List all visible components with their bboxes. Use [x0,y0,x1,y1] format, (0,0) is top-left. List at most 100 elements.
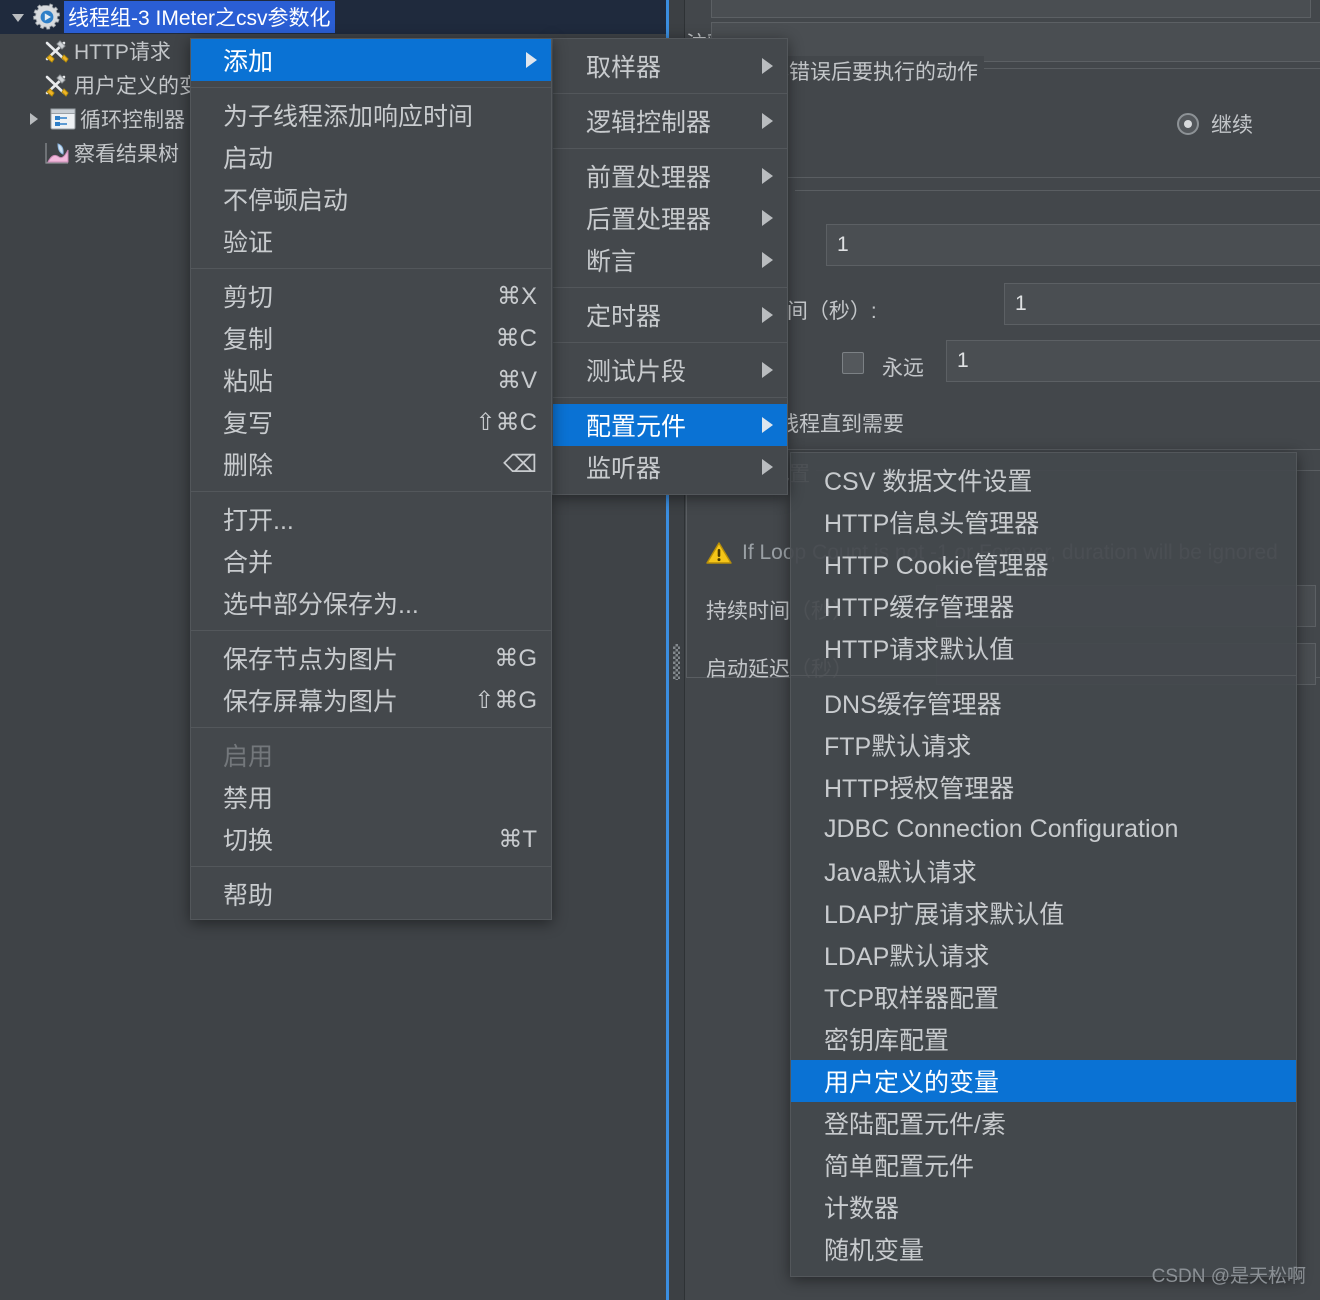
menu-item-java-request-defaults[interactable]: Java默认请求 [791,850,1296,892]
menu-item-pre-processors[interactable]: 前置处理器 [553,155,787,197]
menu-item-copy[interactable]: 复制 ⌘C [191,317,551,359]
menu-item-save-screen-as-image[interactable]: 保存屏幕为图片 ⇧⌘G [191,679,551,721]
chevron-right-icon [762,417,773,433]
menu-item-enable: 启用 [223,743,274,771]
http-request-icon [40,36,74,66]
menu-item-samplers[interactable]: 取样器 [553,45,787,87]
tree-item-label: 循环控制器 [80,109,185,132]
chevron-right-icon [762,58,773,74]
menu-item-save-selection-as[interactable]: 选中部分保存为... [191,582,551,624]
error-action-continue-radio[interactable]: 继续 [1177,109,1253,139]
menu-item-http-cache-manager[interactable]: HTTP缓存管理器 [791,585,1296,627]
chevron-right-icon [762,113,773,129]
menu-item-paste[interactable]: 粘贴 ⌘V [191,359,551,401]
menu-item-user-defined-variables[interactable]: 用户定义的变量 [791,1060,1296,1102]
menu-item-test-fragment[interactable]: 测试片段 [553,349,787,391]
forever-checkbox[interactable] [842,352,864,374]
loop-count-input[interactable]: 1 [946,340,1320,382]
element-name-field[interactable] [711,0,1311,18]
forever-label: 永远 [882,357,924,380]
chevron-right-icon [762,307,773,323]
menu-item-validate[interactable]: 验证 [191,220,551,262]
menu-item-add-think-times[interactable]: 为子线程添加响应时间 [191,94,551,136]
menu-item-logic-controllers[interactable]: 逻辑控制器 [553,100,787,142]
menu-separator [553,397,787,398]
menu-item-csv-data-set[interactable]: CSV 数据文件设置 [791,459,1296,501]
menu-item-listeners[interactable]: 监听器 [553,446,787,488]
menu-item-ldap-extended-request-defaults[interactable]: LDAP扩展请求默认值 [791,892,1296,934]
menu-item-cut[interactable]: 剪切 ⌘X [191,275,551,317]
menu-item-config-elements[interactable]: 配置元件 [553,404,787,446]
menu-separator [553,148,787,149]
shortcut-label: ⇧⌘G [474,686,537,714]
shortcut-label: ⌘C [495,324,537,352]
expand-arrow-right-icon[interactable] [22,110,46,128]
menu-item-remove[interactable]: 删除 ⌫ [191,443,551,485]
menu-item-timers[interactable]: 定时器 [553,294,787,336]
loop-controller-icon [46,104,80,134]
menu-item-start[interactable]: 启动 [191,136,551,178]
menu-item-open[interactable]: 打开... [191,498,551,540]
tree-item-label: 察看结果树 [74,143,179,166]
menu-item-post-processors[interactable]: 后置处理器 [553,197,787,239]
chevron-right-icon [762,252,773,268]
menu-item-simple-config-element[interactable]: 简单配置元件 [791,1144,1296,1186]
menu-item-save-node-as-image[interactable]: 保存节点为图片 ⌘G [191,637,551,679]
tree-context-menu[interactable]: 添加 为子线程添加响应时间 启动 不停顿启动 验证 剪切 ⌘X 复制 ⌘C 粘贴 ⌘V… [190,38,552,920]
menu-separator [191,491,551,492]
rampup-input[interactable]: 1 [1004,283,1320,325]
menu-separator [191,630,551,631]
menu-item-login-config-element[interactable]: 登陆配置元件/素 [791,1102,1296,1144]
error-action-continue-label: 继续 [1211,114,1253,137]
menu-item-http-request-defaults[interactable]: HTTP请求默认值 [791,627,1296,669]
splitter-grip[interactable] [673,644,680,680]
threads-input[interactable]: 1 [826,224,1320,266]
menu-item-help[interactable]: 帮助 [191,873,551,915]
warning-icon [706,542,732,564]
menu-item-assertions[interactable]: 断言 [553,239,787,281]
gear-icon [30,2,64,32]
shortcut-label: ⌘V [496,366,537,394]
menu-item-ldap-request-defaults[interactable]: LDAP默认请求 [791,934,1296,976]
menu-item-toggle[interactable]: 切换 ⌘T [191,818,551,860]
menu-separator [191,268,551,269]
menu-item-http-cookie-manager[interactable]: HTTP Cookie管理器 [791,543,1296,585]
menu-separator [553,342,787,343]
menu-item-ftp-request-defaults[interactable]: FTP默认请求 [791,724,1296,766]
user-variables-icon [40,70,74,100]
expand-arrow-down-icon[interactable] [6,8,30,26]
menu-separator [791,675,1296,676]
menu-item-counter[interactable]: 计数器 [791,1186,1296,1228]
shortcut-label: ⌘G [494,644,537,672]
menu-item-start-no-pauses[interactable]: 不停顿启动 [191,178,551,220]
config-elements-submenu[interactable]: CSV 数据文件设置 HTTP信息头管理器 HTTP Cookie管理器 HTT… [790,452,1297,1277]
menu-item-duplicate[interactable]: 复写 ⇧⌘C [191,401,551,443]
config-elements-group-1: CSV 数据文件设置 HTTP信息头管理器 HTTP Cookie管理器 HTT… [791,459,1296,669]
menu-item-http-authorization-manager[interactable]: HTTP授权管理器 [791,766,1296,808]
menu-item-dns-cache-manager[interactable]: DNS缓存管理器 [791,682,1296,724]
menu-item-http-header-manager[interactable]: HTTP信息头管理器 [791,501,1296,543]
view-results-tree-icon [40,138,74,168]
shortcut-label: ⌫ [503,450,537,478]
menu-separator [191,866,551,867]
add-categories-submenu[interactable]: 取样器 逻辑控制器 前置处理器 后置处理器 断言 定时器 测试片段 配置元件 监… [552,38,788,495]
shortcut-label: ⌘T [498,825,537,853]
tree-item-thread-group[interactable]: 线程组-3 IMeter之csv参数化 [0,0,667,34]
menu-separator [191,87,551,88]
menu-item-add[interactable]: 添加 [191,39,551,81]
menu-separator [191,727,551,728]
menu-item-tcp-sampler-config[interactable]: TCP取样器配置 [791,976,1296,1018]
tree-item-label: HTTP请求 [74,41,171,64]
menu-separator [553,93,787,94]
menu-item-jdbc-connection-configuration[interactable]: JDBC Connection Configuration [791,808,1296,850]
config-elements-group-2: DNS缓存管理器 FTP默认请求 HTTP授权管理器 JDBC Connecti… [791,682,1296,1270]
menu-item-merge[interactable]: 合并 [191,540,551,582]
shortcut-label: ⇧⌘C [475,408,537,436]
radio-icon [1177,113,1199,135]
menu-item-keystore-configuration[interactable]: 密钥库配置 [791,1018,1296,1060]
chevron-right-icon [762,210,773,226]
menu-separator [553,287,787,288]
menu-item-disable[interactable]: 禁用 [191,776,551,818]
tree-item-label: 线程组-3 IMeter之csv参数化 [64,1,335,33]
chevron-right-icon [762,168,773,184]
